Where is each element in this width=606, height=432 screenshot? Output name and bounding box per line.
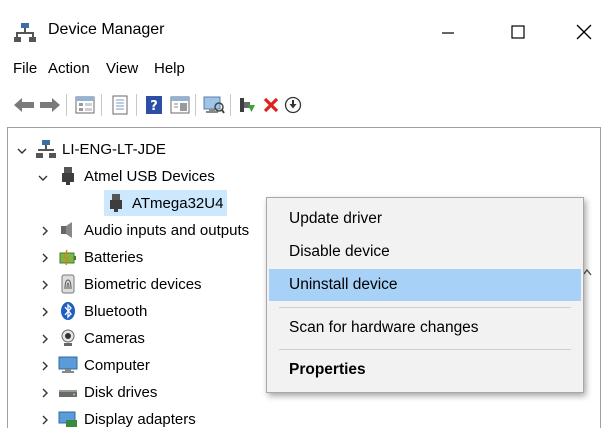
- disk-drive-icon: [59, 390, 77, 397]
- title-bar: Device Manager: [0, 0, 606, 62]
- close-icon: [576, 24, 592, 40]
- usb-plug-icon: [110, 194, 122, 212]
- toolbar-separator: [66, 94, 67, 116]
- chevron-right-icon[interactable]: [40, 361, 50, 371]
- uninstall-device-button[interactable]: [259, 93, 283, 117]
- camera-icon: [61, 329, 75, 346]
- update-driver-button[interactable]: [235, 93, 259, 117]
- tree-item[interactable]: Bluetooth: [58, 298, 147, 324]
- bluetooth-icon: [61, 302, 75, 320]
- device-manager-icon: [14, 23, 36, 42]
- minimize-icon: [442, 32, 454, 34]
- menu-view[interactable]: View: [106, 60, 138, 77]
- properties-grid-icon: [75, 96, 95, 114]
- chevron-right-icon[interactable]: [40, 280, 50, 290]
- download-button[interactable]: [281, 93, 305, 117]
- tree-item[interactable]: Computer: [58, 352, 150, 378]
- chevron-right-icon[interactable]: [40, 388, 50, 398]
- forward-button[interactable]: [38, 93, 62, 117]
- speaker-icon: [61, 222, 72, 238]
- tree-item-atmega32u4[interactable]: ATmega32U4: [104, 190, 228, 216]
- menu-item-disable-device[interactable]: Disable device: [269, 236, 581, 268]
- tree-item[interactable]: Biometric devices: [58, 271, 202, 297]
- maximize-icon: [511, 25, 525, 39]
- tree-item-label: Computer: [84, 356, 150, 374]
- menu-help[interactable]: Help: [154, 60, 185, 77]
- device-list-icon: [112, 95, 128, 115]
- tree-item[interactable]: Cameras: [58, 325, 145, 351]
- monitor-icon: [58, 356, 78, 373]
- computer-network-icon: [36, 140, 56, 158]
- details-pane-icon: [170, 96, 190, 114]
- tree-root[interactable]: LI-ENG-LT-JDE: [36, 136, 166, 162]
- tree-item-label: ATmega32U4: [132, 194, 224, 212]
- chevron-right-icon[interactable]: [40, 253, 50, 263]
- context-menu: Update driver Disable device Uninstall d…: [266, 197, 584, 393]
- tree-item-label: Biometric devices: [84, 275, 202, 293]
- tree-item[interactable]: Disk drives: [58, 379, 157, 405]
- tree-item-label: Batteries: [84, 248, 144, 266]
- details-pane-button[interactable]: [168, 93, 192, 117]
- menu-item-uninstall-device[interactable]: Uninstall device: [269, 269, 581, 301]
- menu-item-update-driver[interactable]: Update driver: [269, 203, 581, 235]
- tree-item[interactable]: Batteries: [58, 244, 143, 270]
- toolbar-separator: [195, 94, 196, 116]
- back-button[interactable]: [12, 93, 36, 117]
- chevron-down-icon[interactable]: [17, 146, 27, 156]
- tree-root-label: LI-ENG-LT-JDE: [62, 140, 166, 158]
- window-title: Device Manager: [48, 21, 165, 38]
- back-arrow-icon: [14, 98, 34, 112]
- close-button[interactable]: [562, 14, 606, 50]
- uninstall-x-icon: [263, 97, 279, 113]
- device-list-button[interactable]: [108, 93, 132, 117]
- download-circle-icon: [284, 96, 302, 114]
- chevron-right-icon[interactable]: [40, 334, 50, 344]
- menu-item-scan-hardware[interactable]: Scan for hardware changes: [269, 312, 581, 344]
- tree-item-label: Disk drives: [84, 383, 158, 401]
- tree-item-label: Display adapters: [84, 410, 196, 428]
- chevron-right-icon[interactable]: [40, 307, 50, 317]
- menu-action[interactable]: Action: [48, 60, 90, 77]
- tree-item[interactable]: Audio inputs and outputs: [58, 217, 249, 243]
- tree-item-label: Atmel USB Devices: [84, 167, 215, 185]
- properties-button[interactable]: [73, 93, 97, 117]
- maximize-button[interactable]: [496, 14, 540, 50]
- help-button[interactable]: ?: [142, 93, 166, 117]
- tree-item-label: Audio inputs and outputs: [84, 221, 250, 239]
- chevron-right-icon[interactable]: [40, 226, 50, 236]
- toolbar-separator: [136, 94, 137, 116]
- chevron-right-icon[interactable]: [40, 415, 50, 425]
- chevron-down-icon[interactable]: [38, 173, 48, 183]
- minimize-button[interactable]: [426, 14, 470, 50]
- menu-separator: [279, 349, 571, 350]
- tree-item-atmel-usb-devices[interactable]: Atmel USB Devices: [58, 163, 215, 189]
- menu-file[interactable]: File: [13, 60, 37, 77]
- tree-item-label: Bluetooth: [84, 302, 148, 320]
- battery-icon: [59, 249, 76, 266]
- fingerprint-icon: [61, 274, 75, 294]
- scan-monitor-icon: [203, 96, 225, 114]
- svg-text:?: ?: [150, 99, 158, 114]
- menu-item-properties[interactable]: Properties: [269, 354, 581, 386]
- tree-item[interactable]: Display adapters: [58, 406, 196, 432]
- forward-arrow-icon: [40, 98, 60, 112]
- toolbar-separator: [230, 94, 231, 116]
- menu-separator: [279, 307, 571, 308]
- scan-hardware-button[interactable]: [202, 93, 226, 117]
- toolbar-separator: [101, 94, 102, 116]
- toolbar: ?: [0, 90, 606, 120]
- display-adapter-icon: [58, 411, 77, 427]
- update-driver-icon: [240, 98, 255, 112]
- usb-plug-icon: [62, 167, 74, 185]
- tree-item-label: Cameras: [84, 329, 145, 347]
- help-icon: ?: [146, 96, 162, 114]
